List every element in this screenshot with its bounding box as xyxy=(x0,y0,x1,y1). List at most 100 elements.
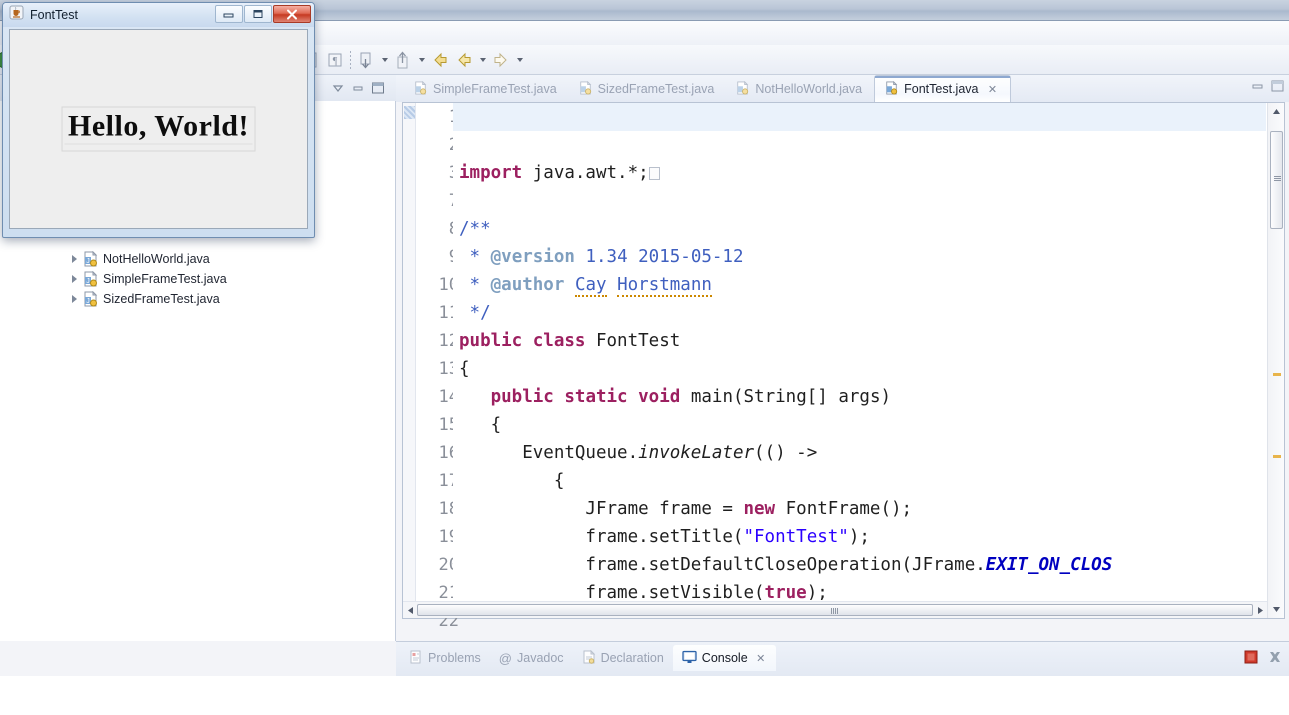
console-toolbar xyxy=(1243,649,1283,670)
code-line[interactable]: frame.setDefaultCloseOperation(JFrame.EX… xyxy=(453,551,1266,579)
code-line[interactable]: { xyxy=(453,411,1266,439)
scrollbar-thumb[interactable] xyxy=(417,604,1253,616)
javadoc-icon: @ xyxy=(498,650,512,666)
code-line[interactable]: JFrame frame = new FontFrame(); xyxy=(453,495,1266,523)
code-line[interactable]: * @version 1.34 2015-05-12 xyxy=(453,243,1266,271)
next-dropdown-arrow[interactable] xyxy=(513,48,526,72)
back-icon[interactable] xyxy=(428,48,452,72)
java-file-icon xyxy=(579,80,592,98)
svg-text:J: J xyxy=(86,298,90,305)
hello-world-label: Hello, World! xyxy=(64,110,253,145)
horizontal-scrollbar[interactable] xyxy=(403,601,1267,618)
overview-marker[interactable] xyxy=(1273,373,1281,376)
java-file-icon xyxy=(414,80,427,98)
code-line[interactable]: { xyxy=(453,467,1266,495)
tab-label: NotHelloWorld.java xyxy=(755,82,863,96)
svg-text:J: J xyxy=(86,258,90,265)
next-icon[interactable] xyxy=(489,48,513,72)
tab-label: SizedFrameTest.java xyxy=(597,82,715,96)
chevron-right-icon[interactable] xyxy=(68,273,81,286)
cursor-line-marker xyxy=(404,106,415,119)
editor-tab-bar: SimpleFrameTest.java SizedFrameTest.java… xyxy=(396,75,1289,102)
console-icon xyxy=(682,650,697,667)
last-edit-location-icon[interactable] xyxy=(354,48,378,72)
list-item[interactable]: J NotHelloWorld.java xyxy=(0,249,395,269)
java-file-icon: J xyxy=(83,270,98,287)
minimize-icon[interactable] xyxy=(348,79,368,97)
vertical-scrollbar[interactable] xyxy=(1267,103,1284,618)
code-line[interactable]: * @author Cay Horstmann xyxy=(453,271,1266,299)
java-app-window[interactable]: FontTest Hello, World! xyxy=(2,2,315,238)
code-line[interactable]: import java.awt.*; xyxy=(453,159,1266,187)
remove-launch-icon[interactable] xyxy=(1267,649,1283,670)
scroll-left-arrow-icon[interactable] xyxy=(404,604,416,616)
go-to-line-icon[interactable] xyxy=(391,48,415,72)
tab-label: FontTest.java xyxy=(904,82,979,96)
scroll-right-arrow-icon[interactable] xyxy=(1254,604,1266,616)
tab-label: Console xyxy=(701,651,748,665)
java-window-titlebar[interactable]: FontTest xyxy=(3,3,314,27)
maximize-icon[interactable] xyxy=(1269,79,1285,98)
view-menu-icon[interactable] xyxy=(328,79,348,97)
list-item[interactable]: J SimpleFrameTest.java xyxy=(0,269,395,289)
toggle-mark-occurrences-icon[interactable]: ¶ xyxy=(323,48,347,72)
code-text-area[interactable]: import java.awt.*; /** * @version 1.34 2… xyxy=(453,103,1266,600)
close-icon[interactable]: ✕ xyxy=(986,83,998,96)
code-line[interactable]: /** xyxy=(453,215,1266,243)
code-line[interactable]: public static void main(String[] args) xyxy=(453,383,1266,411)
list-item-label: SizedFrameTest.java xyxy=(103,292,220,306)
editor-area: SimpleFrameTest.java SizedFrameTest.java… xyxy=(396,75,1289,641)
code-line[interactable]: */ xyxy=(453,299,1266,327)
chevron-right-icon[interactable] xyxy=(68,293,81,306)
last-edit-dropdown-arrow[interactable] xyxy=(378,48,391,72)
tab-fonttest[interactable]: FontTest.java ✕ xyxy=(874,75,1012,102)
tab-problems[interactable]: Problems xyxy=(400,645,490,671)
close-button[interactable] xyxy=(273,5,311,23)
code-line[interactable] xyxy=(453,131,1266,159)
code-line[interactable]: EventQueue.invokeLater(() -> xyxy=(453,439,1266,467)
list-item-label: NotHelloWorld.java xyxy=(103,252,210,266)
editor-marker-bar[interactable] xyxy=(403,103,416,618)
tab-sizedframetest[interactable]: SizedFrameTest.java xyxy=(569,76,727,102)
code-line[interactable]: { xyxy=(453,355,1266,383)
code-line[interactable] xyxy=(453,103,1266,131)
problems-icon xyxy=(409,650,423,667)
tab-console[interactable]: Console ✕ xyxy=(672,645,776,671)
chevron-right-icon[interactable] xyxy=(68,253,81,266)
minimize-button[interactable] xyxy=(215,5,243,23)
tab-declaration[interactable]: Declaration xyxy=(573,645,673,671)
editor-window-buttons xyxy=(1250,79,1285,98)
list-item-label: SimpleFrameTest.java xyxy=(103,272,227,286)
bottom-tab-bar: Problems @ Javadoc Declaration Console ✕ xyxy=(400,645,776,671)
maximize-icon[interactable] xyxy=(368,79,388,97)
go-to-dropdown-arrow[interactable] xyxy=(415,48,428,72)
java-window-buttons xyxy=(215,5,311,23)
tab-simpleframetest[interactable]: SimpleFrameTest.java xyxy=(404,76,569,102)
toolbar-separator xyxy=(347,48,354,72)
forward-dropdown-arrow[interactable] xyxy=(476,48,489,72)
scroll-down-arrow-icon[interactable] xyxy=(1270,603,1283,616)
terminate-icon[interactable] xyxy=(1243,649,1259,670)
tab-javadoc[interactable]: @ Javadoc xyxy=(490,645,573,671)
list-item[interactable]: J SizedFrameTest.java xyxy=(0,289,395,309)
code-editor[interactable]: 12378910111213141516171819202122 +−− imp… xyxy=(402,102,1285,631)
scroll-up-arrow-icon[interactable] xyxy=(1270,105,1283,118)
code-line[interactable]: frame.setVisible(true); xyxy=(453,579,1266,600)
svg-text:J: J xyxy=(86,278,90,285)
close-icon[interactable]: ✕ xyxy=(755,652,767,665)
java-file-icon xyxy=(736,80,749,98)
overview-marker[interactable] xyxy=(1273,455,1281,458)
minimize-icon[interactable] xyxy=(1250,79,1265,98)
java-file-icon xyxy=(885,80,898,98)
code-line[interactable]: public class FontTest xyxy=(453,327,1266,355)
tab-nothelloworld[interactable]: NotHelloWorld.java xyxy=(726,76,874,102)
scrollbar-thumb[interactable] xyxy=(1270,130,1283,229)
forward-icon[interactable] xyxy=(452,48,476,72)
code-line[interactable]: frame.setTitle("FontTest"); xyxy=(453,523,1266,551)
java-coffee-cup-icon xyxy=(9,5,24,25)
code-line[interactable] xyxy=(453,187,1266,215)
tab-label: Javadoc xyxy=(517,651,564,665)
maximize-button[interactable] xyxy=(244,5,272,23)
